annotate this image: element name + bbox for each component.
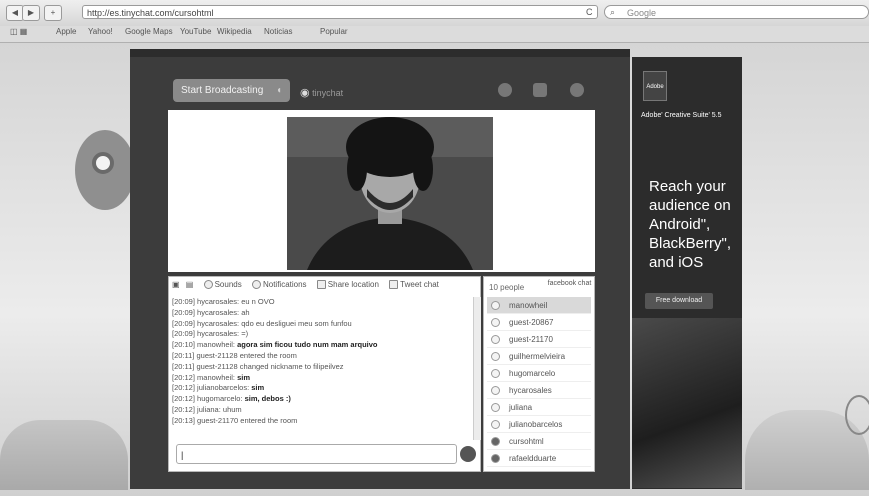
reload-button[interactable]: C [586, 7, 593, 17]
send-icon[interactable] [460, 446, 476, 462]
ad-product: Adobe' Creative Suite' 5.5 [641, 112, 722, 119]
share-location-option[interactable]: Share location [316, 280, 379, 290]
user-item[interactable]: hycarosales [487, 382, 591, 399]
user-item[interactable]: rafaeldduarte [487, 450, 591, 467]
sounds-checkbox[interactable] [203, 280, 213, 290]
user-item[interactable]: julianobarcelos [487, 416, 591, 433]
ad-artwork [632, 318, 742, 488]
share-icon[interactable]: ▣ [172, 280, 180, 289]
bookmark-noticias[interactable]: Noticias [264, 27, 292, 36]
chat-message: [20:09] hycarosales: ah [172, 307, 250, 317]
tweet-chat-label: Tweet chat [400, 280, 439, 289]
search-input[interactable]: Google [604, 5, 869, 19]
chat-message: [20:11] guest-21128 entered the room [172, 350, 297, 360]
facebook-icon[interactable]: ▤ [186, 280, 194, 289]
user-status-icon [491, 403, 500, 412]
chat-message: [20:09] hycarosales: qdo eu desliguei me… [172, 318, 352, 328]
user-item[interactable]: guest-20867 [487, 314, 591, 331]
user-item[interactable]: guest-21170 [487, 331, 591, 348]
user-status-icon [491, 352, 500, 361]
bookmark-popular[interactable]: Popular [320, 27, 348, 36]
chat-message: [20:12] julianobarcelos: sim [172, 383, 265, 393]
app-top-border [130, 49, 630, 57]
add-bookmark-button[interactable]: + [44, 5, 62, 21]
share-location-label: Share location [327, 280, 379, 289]
chat-input[interactable]: | [176, 444, 457, 464]
user-status-icon [491, 335, 500, 344]
balloon-logo-icon [92, 152, 114, 174]
notifications-label: Notifications [262, 280, 307, 289]
reading-list-icon[interactable]: ◫ ▦ [10, 27, 27, 36]
ferris-wheel-icon [845, 395, 869, 435]
adobe-logo-icon: Adobe [643, 71, 667, 101]
chat-message: [20:13] guest-21170 entered the room [172, 415, 298, 425]
start-broadcasting-label: Start Broadcasting [181, 85, 264, 96]
bookmark-wikipedia[interactable]: Wikipedia [217, 27, 252, 36]
webcam-video[interactable] [287, 117, 493, 270]
search-icon: ⌕ [610, 7, 616, 17]
bookmark-yahoo[interactable]: Yahoo! [88, 27, 113, 36]
user-item[interactable]: manowheil [487, 297, 591, 314]
webcam-icon[interactable] [498, 83, 512, 97]
user-status-icon [491, 386, 500, 395]
bookmark-youtube[interactable]: YouTube [180, 27, 211, 36]
broadcaster-image [287, 117, 493, 270]
city-hill-illustration [0, 420, 128, 490]
user-item[interactable]: hugomarcelo [487, 365, 591, 382]
chat-log: [20:09] hycarosales: eu n OVO [20:09] hy… [172, 297, 472, 440]
sounds-label: Sounds [214, 280, 242, 289]
notifications-checkbox[interactable] [251, 280, 261, 290]
settings-icon[interactable] [570, 83, 584, 97]
share-location-checkbox[interactable] [316, 280, 326, 290]
people-count: 10 people [489, 283, 525, 292]
user-item[interactable]: cursohtml [487, 433, 591, 450]
chat-message: [20:12] hugomarcelo: sim, debos :) [172, 394, 291, 404]
tinychat-logo-text: tinychat [312, 88, 344, 98]
address-bar[interactable]: http://es.tinychat.com/cursohtml [82, 5, 598, 19]
chat-options-bar: ▣ ▤ Sounds Notifications Share location … [172, 280, 480, 294]
chat-scrollbar[interactable] [473, 297, 481, 440]
start-broadcasting-button[interactable]: Start Broadcasting ◖ [173, 79, 290, 102]
chat-message: [20:09] hycarosales: =) [172, 329, 249, 339]
chat-message: [20:10] manowheil: agora sim ficou tudo … [172, 340, 378, 350]
facebook-chat-button[interactable]: facebook chat [546, 280, 593, 287]
user-status-icon [491, 301, 500, 310]
forward-button[interactable]: ▶ [22, 5, 40, 21]
user-icon[interactable] [533, 83, 547, 97]
sounds-option[interactable]: Sounds [203, 280, 242, 290]
bookmark-apple[interactable]: Apple [56, 27, 76, 36]
user-status-icon [491, 318, 500, 327]
notifications-option[interactable]: Notifications [251, 280, 307, 290]
chat-message: [20:11] guest-21128 changed nickname to … [172, 361, 344, 371]
broadcasting-icon [491, 454, 500, 463]
broadcasting-icon [491, 437, 500, 446]
tinychat-logo-icon: ◉ [300, 87, 310, 99]
search-placeholder: Google [627, 8, 657, 18]
user-status-icon [491, 420, 500, 429]
chat-message: [20:12] juliana: uhum [172, 404, 242, 414]
user-item[interactable]: guilhermelvieira [487, 348, 591, 365]
tinychat-logo[interactable]: ◉ tinychat [300, 86, 343, 99]
user-item[interactable]: juliana [487, 399, 591, 416]
broadcast-settings-icon[interactable]: ◖ [276, 79, 282, 102]
chat-message: [20:09] hycarosales: eu n OVO [172, 297, 275, 306]
chat-message: [20:12] manowheil: sim [172, 372, 250, 382]
user-status-icon [491, 369, 500, 378]
url-text: http://es.tinychat.com/cursohtml [87, 8, 214, 18]
tweet-chat-checkbox[interactable] [389, 280, 399, 290]
ad-headline: Reach your audience on Android", BlackBe… [649, 178, 732, 271]
ad-download-button[interactable]: Free download [645, 293, 713, 309]
bookmark-google-maps[interactable]: Google Maps [125, 27, 173, 36]
tweet-chat-option[interactable]: Tweet chat [389, 280, 439, 290]
